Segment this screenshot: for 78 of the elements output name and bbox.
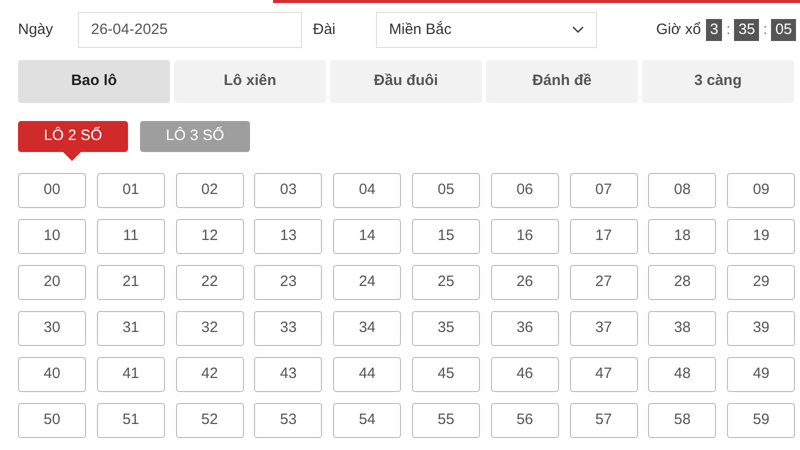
number-button[interactable]: 33 bbox=[254, 311, 322, 346]
number-button[interactable]: 34 bbox=[333, 311, 402, 346]
number-button[interactable]: 55 bbox=[412, 403, 480, 438]
number-button[interactable]: 10 bbox=[18, 219, 86, 254]
number-button[interactable]: 09 bbox=[727, 173, 796, 208]
number-button[interactable]: 36 bbox=[490, 311, 559, 346]
countdown-label: Giờ xổ bbox=[656, 20, 701, 40]
number-button[interactable]: 53 bbox=[254, 403, 322, 438]
number-button[interactable]: 54 bbox=[333, 403, 402, 438]
number-button[interactable]: 47 bbox=[570, 357, 638, 392]
countdown-separator: : bbox=[763, 20, 768, 40]
number-button[interactable]: 29 bbox=[727, 265, 796, 300]
number-button[interactable]: 03 bbox=[254, 173, 322, 208]
chevron-down-icon bbox=[572, 26, 584, 34]
number-button[interactable]: 00 bbox=[18, 173, 86, 208]
number-button[interactable]: 11 bbox=[96, 219, 165, 254]
number-button[interactable]: 31 bbox=[96, 311, 165, 346]
tab[interactable]: Bao lô bbox=[18, 60, 170, 103]
number-button[interactable]: 58 bbox=[648, 403, 716, 438]
number-button[interactable]: 08 bbox=[648, 173, 716, 208]
number-button[interactable]: 56 bbox=[490, 403, 559, 438]
tab[interactable]: Đầu đuôi bbox=[330, 60, 482, 103]
number-button[interactable]: 17 bbox=[570, 219, 638, 254]
number-button[interactable]: 38 bbox=[648, 311, 716, 346]
number-button[interactable]: 39 bbox=[727, 311, 796, 346]
number-button[interactable]: 23 bbox=[254, 265, 322, 300]
number-button[interactable]: 51 bbox=[96, 403, 165, 438]
number-button[interactable]: 45 bbox=[412, 357, 480, 392]
number-button[interactable]: 41 bbox=[96, 357, 165, 392]
countdown-separator: : bbox=[726, 20, 730, 40]
number-button[interactable]: 27 bbox=[570, 265, 638, 300]
number-button[interactable]: 26 bbox=[490, 265, 559, 300]
number-button[interactable]: 21 bbox=[96, 265, 165, 300]
number-button[interactable]: 52 bbox=[176, 403, 244, 438]
number-button[interactable]: 14 bbox=[333, 219, 402, 254]
number-button[interactable]: 43 bbox=[254, 357, 322, 392]
number-button[interactable]: 42 bbox=[176, 357, 244, 392]
number-button[interactable]: 30 bbox=[18, 311, 86, 346]
countdown-minutes: 35 bbox=[734, 19, 760, 41]
mode-button[interactable]: LÔ 2 SỐ bbox=[18, 121, 128, 152]
number-button[interactable]: 19 bbox=[727, 219, 796, 254]
number-button[interactable]: 44 bbox=[333, 357, 402, 392]
number-button[interactable]: 13 bbox=[254, 219, 322, 254]
countdown-seconds: 05 bbox=[771, 19, 796, 41]
number-button[interactable]: 02 bbox=[176, 173, 244, 208]
number-button[interactable]: 57 bbox=[570, 403, 638, 438]
number-button[interactable]: 28 bbox=[648, 265, 716, 300]
number-button[interactable]: 40 bbox=[18, 357, 86, 392]
number-button[interactable]: 20 bbox=[18, 265, 86, 300]
date-label: Ngày bbox=[18, 20, 54, 40]
number-button[interactable]: 46 bbox=[490, 357, 559, 392]
number-button[interactable]: 06 bbox=[490, 173, 559, 208]
number-button[interactable]: 59 bbox=[727, 403, 796, 438]
region-select[interactable]: Miền Bắc bbox=[376, 12, 597, 48]
number-button[interactable]: 48 bbox=[648, 357, 716, 392]
tab[interactable]: Đánh đề bbox=[486, 60, 638, 103]
tab[interactable]: Lô xiên bbox=[174, 60, 326, 103]
tab[interactable]: 3 càng bbox=[642, 60, 794, 103]
number-button[interactable]: 25 bbox=[412, 265, 480, 300]
number-button[interactable]: 32 bbox=[176, 311, 244, 346]
date-field[interactable]: 26-04-2025 bbox=[78, 12, 302, 48]
number-button[interactable]: 37 bbox=[570, 311, 638, 346]
number-button[interactable]: 35 bbox=[412, 311, 480, 346]
number-button[interactable]: 50 bbox=[18, 403, 86, 438]
number-button[interactable]: 01 bbox=[96, 173, 165, 208]
number-button[interactable]: 49 bbox=[727, 357, 796, 392]
countdown-hours: 3 bbox=[706, 19, 722, 41]
number-button[interactable]: 18 bbox=[648, 219, 716, 254]
number-button[interactable]: 05 bbox=[412, 173, 480, 208]
number-button[interactable]: 24 bbox=[333, 265, 402, 300]
number-button[interactable]: 07 bbox=[570, 173, 638, 208]
pointer-icon bbox=[63, 152, 81, 161]
region-label: Đài bbox=[313, 20, 337, 40]
number-button[interactable]: 16 bbox=[490, 219, 559, 254]
number-button[interactable]: 22 bbox=[176, 265, 244, 300]
number-button[interactable]: 12 bbox=[176, 219, 244, 254]
number-button[interactable]: 04 bbox=[333, 173, 402, 208]
number-button[interactable]: 15 bbox=[412, 219, 480, 254]
